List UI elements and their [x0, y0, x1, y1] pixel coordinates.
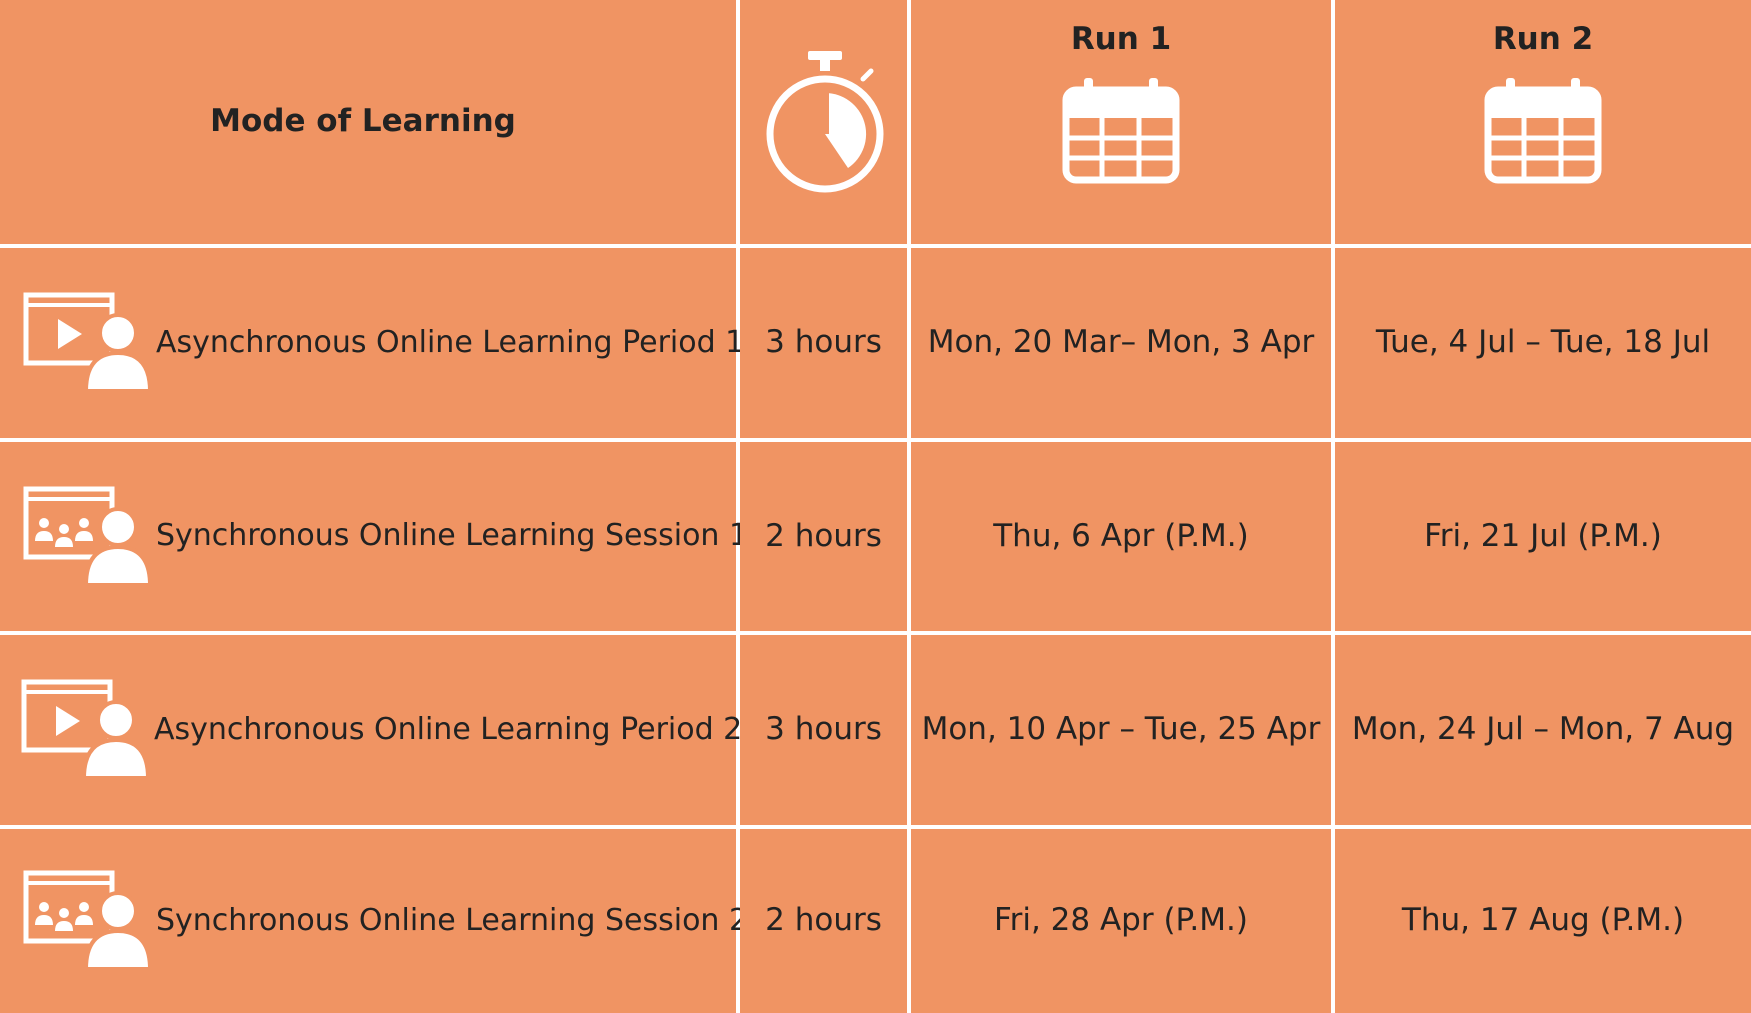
table-row-2-run2-cell: Fri, 21 Jul (P.M.) — [1335, 442, 1751, 631]
table-row-4-run2-cell: Thu, 17 Aug (P.M.) — [1335, 829, 1751, 1013]
virtual-class-icon — [22, 869, 150, 973]
table-row-4-duration-cell: 2 hours — [740, 829, 907, 1013]
run2-date: Tue, 4 Jul – Tue, 18 Jul — [1375, 324, 1711, 361]
table-row-4-mode-cell: Synchronous Online Learning Session 2 — [0, 829, 748, 1013]
table-row-3-run1-cell: Mon, 10 Apr – Tue, 25 Apr — [911, 635, 1331, 825]
duration-value: 3 hours — [765, 324, 882, 361]
table-row-3-duration-cell: 3 hours — [740, 635, 907, 825]
table-row-1-run2-cell: Tue, 4 Jul – Tue, 18 Jul — [1335, 248, 1751, 438]
table-row-1-duration-cell: 3 hours — [740, 248, 907, 438]
table-row-1-run1-cell: Mon, 20 Mar– Mon, 3 Apr — [911, 248, 1331, 438]
mode-label: Asynchronous Online Learning Period 1 — [156, 324, 745, 360]
run-1-header: Run 1 — [1070, 21, 1172, 57]
table-row-3-run2-cell: Mon, 24 Jul – Mon, 7 Aug — [1335, 635, 1751, 825]
calendar-icon — [1062, 76, 1180, 184]
stopwatch-icon — [764, 47, 884, 197]
virtual-class-icon — [22, 485, 150, 589]
header-mode-cell: Mode of Learning — [0, 0, 736, 244]
table-row-2-run1-cell: Thu, 6 Apr (P.M.) — [911, 442, 1331, 631]
run1-date: Thu, 6 Apr (P.M.) — [993, 517, 1249, 554]
header-run2-cell: Run 2 — [1335, 0, 1751, 244]
header-run1-cell: Run 1 — [911, 0, 1331, 244]
mode-label: Synchronous Online Learning Session 1 — [156, 518, 749, 554]
duration-value: 2 hours — [765, 902, 882, 939]
duration-value: 2 hours — [765, 517, 882, 554]
run2-date: Thu, 17 Aug (P.M.) — [1401, 902, 1685, 939]
duration-value: 3 hours — [765, 711, 882, 748]
table-row-1-mode-cell: Asynchronous Online Learning Period 1 — [0, 248, 744, 438]
table-row-2-duration-cell: 2 hours — [740, 442, 907, 631]
mode-of-learning-header: Mode of Learning — [210, 103, 516, 140]
video-learning-icon — [20, 678, 148, 782]
run1-date: Mon, 20 Mar– Mon, 3 Apr — [927, 324, 1315, 361]
run-2-header: Run 2 — [1492, 21, 1594, 57]
run1-date: Mon, 10 Apr – Tue, 25 Apr — [921, 711, 1321, 748]
table-row-4-run1-cell: Fri, 28 Apr (P.M.) — [911, 829, 1331, 1013]
schedule-table: Mode of Learning Run 1 Run 2 Asynchronou… — [0, 0, 1751, 1013]
mode-label: Asynchronous Online Learning Period 2 — [154, 711, 743, 747]
calendar-icon — [1484, 76, 1602, 184]
table-row-3-mode-cell: Asynchronous Online Learning Period 2 — [0, 635, 742, 825]
run2-date: Fri, 21 Jul (P.M.) — [1424, 517, 1662, 554]
mode-label: Synchronous Online Learning Session 2 — [156, 902, 749, 938]
run1-date: Fri, 28 Apr (P.M.) — [994, 902, 1248, 939]
run2-date: Mon, 24 Jul – Mon, 7 Aug — [1351, 711, 1735, 748]
header-duration-cell — [740, 0, 907, 244]
video-learning-icon — [22, 291, 150, 395]
table-row-2-mode-cell: Synchronous Online Learning Session 1 — [0, 442, 748, 631]
